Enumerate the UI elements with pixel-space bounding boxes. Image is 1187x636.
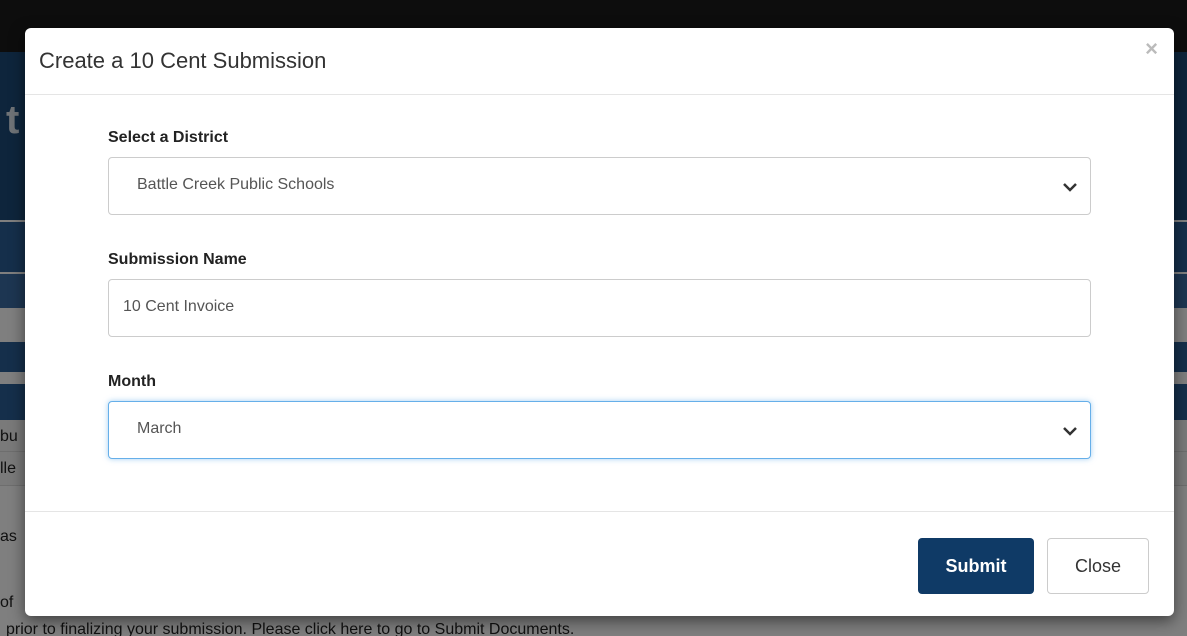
submission-name-value: 10 Cent Invoice (123, 298, 235, 315)
submission-name-input[interactable]: 10 Cent Invoice (108, 279, 1091, 337)
close-icon[interactable]: × (1145, 36, 1158, 62)
district-selected-value: Battle Creek Public Schools (137, 176, 335, 193)
modal-title: Create a 10 Cent Submission (39, 48, 327, 73)
month-form-group: Month March (108, 373, 1091, 459)
district-select[interactable]: Battle Creek Public Schools (108, 157, 1091, 215)
month-select[interactable]: March (108, 401, 1091, 459)
month-selected-value: March (137, 420, 182, 437)
submission-name-label: Submission Name (108, 251, 247, 268)
chevron-down-icon (1063, 183, 1077, 192)
modal-header: Create a 10 Cent Submission × (25, 28, 1174, 95)
chevron-down-icon (1063, 427, 1077, 436)
district-form-group: Select a District Battle Creek Public Sc… (108, 129, 1091, 215)
modal-footer: Submit Close (25, 511, 1174, 616)
month-label: Month (108, 373, 156, 390)
submission-name-form-group: Submission Name 10 Cent Invoice (108, 251, 1091, 337)
create-submission-modal: Create a 10 Cent Submission × Select a D… (25, 28, 1174, 616)
close-button[interactable]: Close (1047, 538, 1149, 594)
district-label: Select a District (108, 129, 229, 146)
submit-button[interactable]: Submit (918, 538, 1034, 594)
